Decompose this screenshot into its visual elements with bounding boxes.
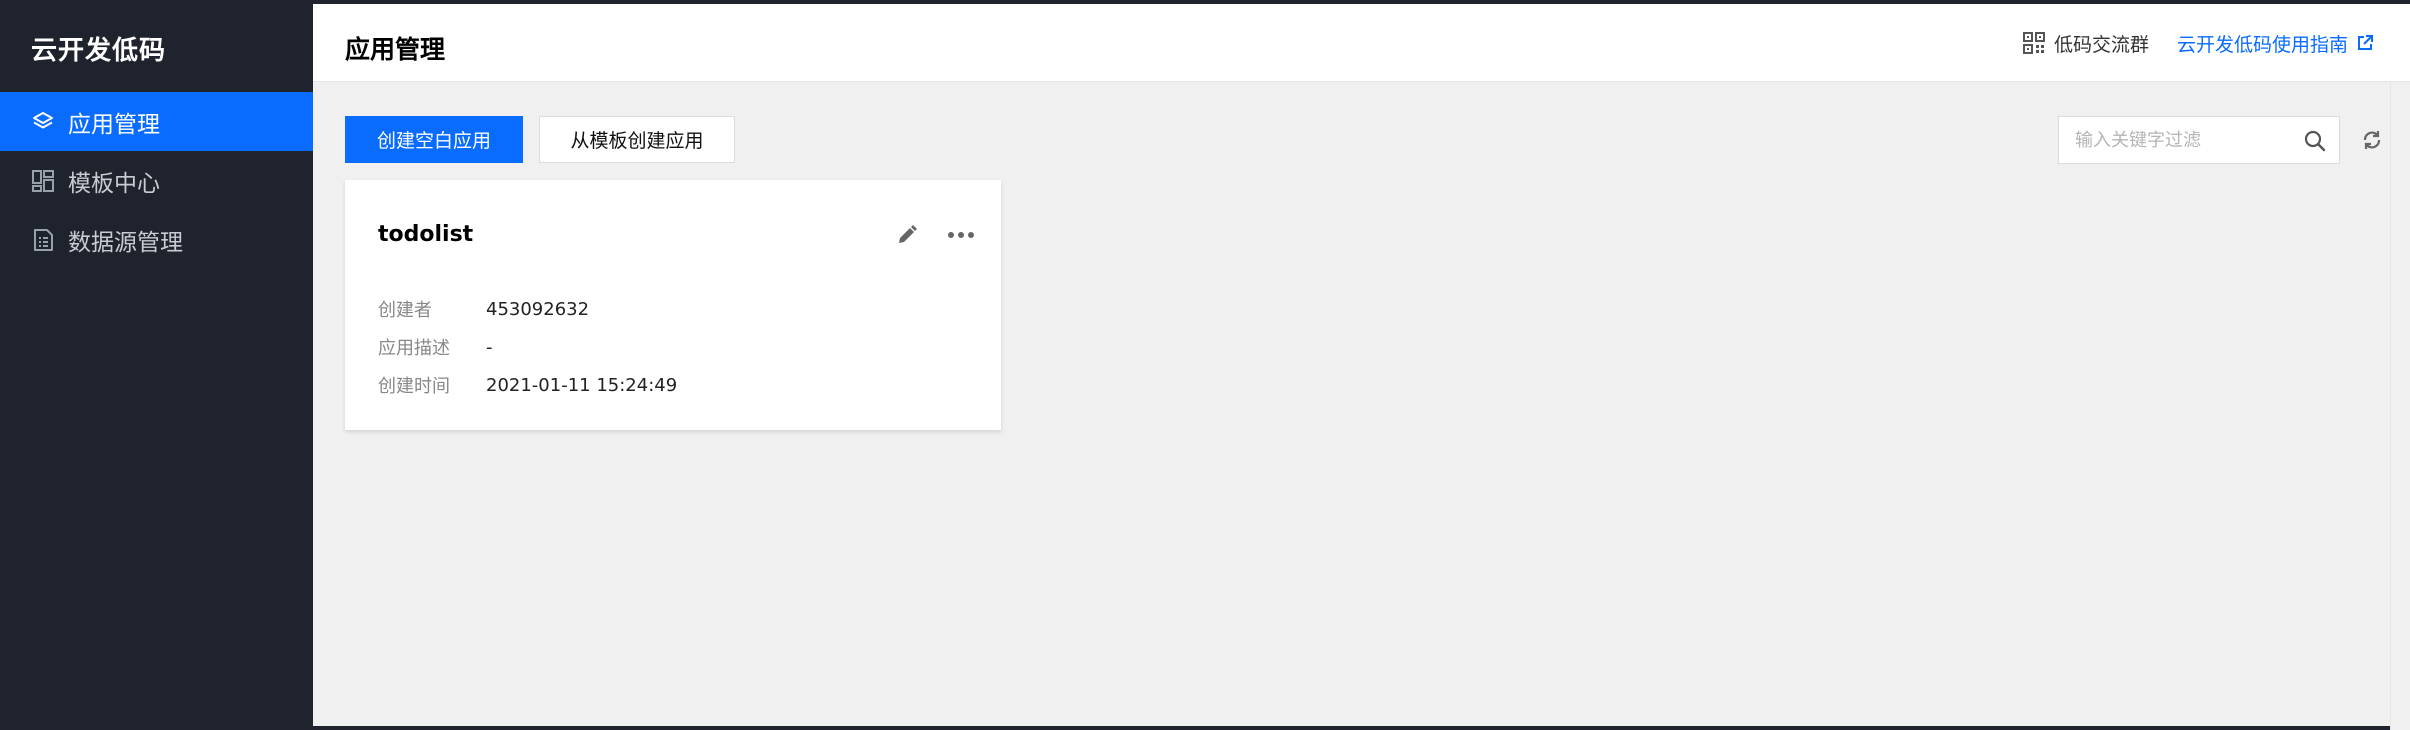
edit-icon[interactable] xyxy=(895,223,919,247)
external-link-icon xyxy=(2358,35,2373,50)
top-bar: 应用管理 低码交流群 云开发低码使用指南 xyxy=(313,4,2410,82)
action-bar: 创建空白应用 从模板创建应用 xyxy=(345,116,735,163)
main-content: 应用管理 低码交流群 云开发低码使用指南 创建空白应用 从模板创建应用 输入关键… xyxy=(313,0,2410,730)
create-from-template-button[interactable]: 从模板创建应用 xyxy=(539,116,735,163)
meta-value: 453092632 xyxy=(486,298,590,320)
sidebar-item-label: 数据源管理 xyxy=(68,229,183,256)
vertical-scrollbar[interactable] xyxy=(2390,82,2410,730)
dashboard-icon xyxy=(30,168,56,194)
meta-row-created-time: 创建时间 2021-01-11 15:24:49 xyxy=(378,366,677,404)
more-options-icon[interactable] xyxy=(946,225,976,245)
meta-value: - xyxy=(486,336,493,358)
layers-icon xyxy=(30,109,56,135)
list-doc-icon xyxy=(30,227,56,253)
usage-guide-label: 云开发低码使用指南 xyxy=(2176,33,2348,56)
create-blank-app-button[interactable]: 创建空白应用 xyxy=(345,116,523,163)
meta-label: 创建者 xyxy=(378,300,432,321)
app-card[interactable]: todolist 创建者 453092632 应用描述 - 创建时间 2021-… xyxy=(345,180,1001,430)
search-icon[interactable] xyxy=(2303,129,2327,153)
community-group-link[interactable]: 低码交流群 xyxy=(2022,30,2149,57)
sidebar: 云开发低码 应用管理 模板中心 数据源管理 xyxy=(0,0,313,726)
sidebar-item-template-center[interactable]: 模板中心 xyxy=(0,151,313,210)
qr-code-icon xyxy=(2022,32,2045,54)
sidebar-item-datasource[interactable]: 数据源管理 xyxy=(0,210,313,269)
sidebar-item-label: 应用管理 xyxy=(68,111,160,138)
app-meta: 创建者 453092632 应用描述 - 创建时间 2021-01-11 15:… xyxy=(378,290,677,404)
brand-title: 云开发低码 xyxy=(31,36,167,66)
sidebar-item-label: 模板中心 xyxy=(68,170,160,197)
meta-label: 创建时间 xyxy=(378,376,450,397)
meta-value: 2021-01-11 15:24:49 xyxy=(486,374,678,396)
sidebar-item-app-management[interactable]: 应用管理 xyxy=(0,92,313,151)
usage-guide-link[interactable]: 云开发低码使用指南 xyxy=(2177,30,2374,57)
top-links: 低码交流群 云开发低码使用指南 xyxy=(2022,28,2374,58)
sidebar-nav: 应用管理 模板中心 数据源管理 xyxy=(0,92,313,269)
meta-label: 应用描述 xyxy=(378,338,450,359)
search-input[interactable] xyxy=(2059,117,2289,163)
search-box xyxy=(2058,116,2340,164)
community-group-label: 低码交流群 xyxy=(2053,33,2149,56)
refresh-icon[interactable] xyxy=(2360,128,2384,152)
meta-row-description: 应用描述 - xyxy=(378,328,677,366)
app-name: todolist xyxy=(378,222,474,247)
app-window: 云开发低码 应用管理 模板中心 数据源管理 应用管理 低码交流群 云开发低码使用… xyxy=(0,0,2410,730)
page-title: 应用管理 xyxy=(345,35,446,64)
meta-row-creator: 创建者 453092632 xyxy=(378,290,677,328)
